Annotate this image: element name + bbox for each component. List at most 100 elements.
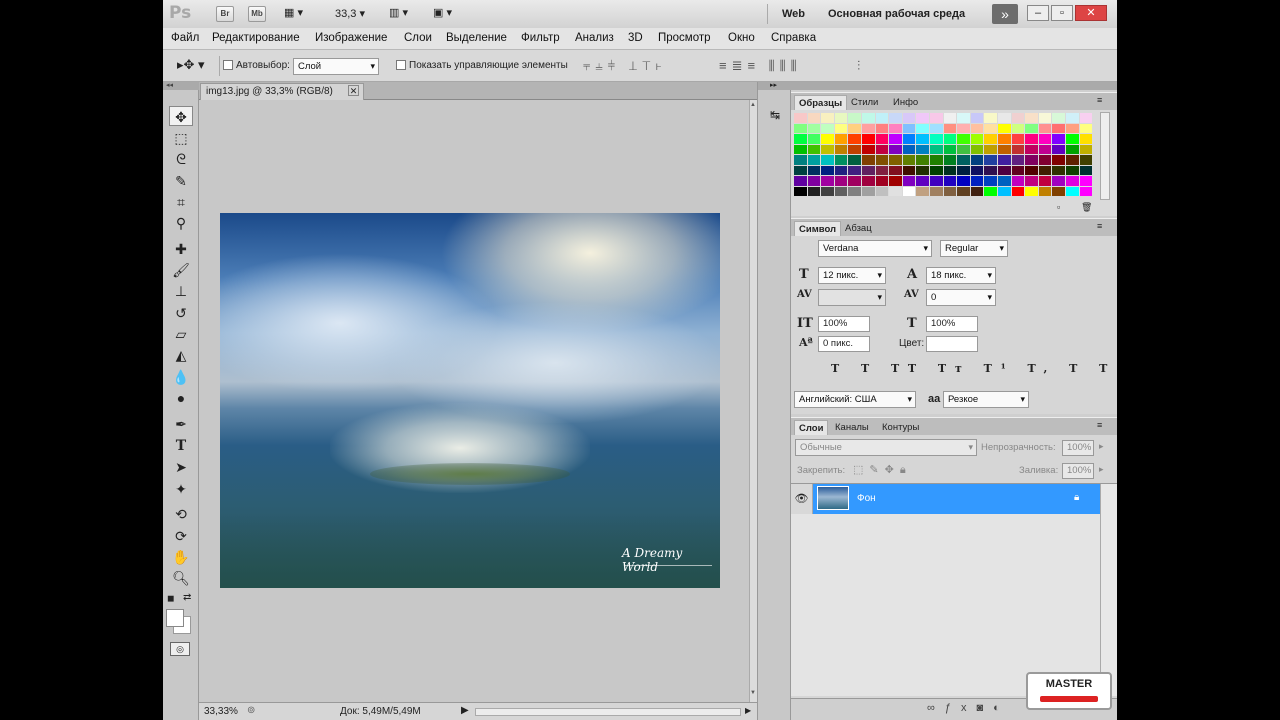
bridge-button[interactable]: Br — [216, 6, 234, 22]
swatch[interactable] — [943, 144, 957, 154]
swatch[interactable] — [1038, 165, 1052, 175]
swatch[interactable] — [970, 165, 984, 175]
swatch[interactable] — [998, 155, 1011, 165]
swatch[interactable] — [1079, 134, 1093, 144]
gradient-tool-icon[interactable]: ◭ — [169, 345, 193, 365]
view-extras-button[interactable]: ▦ ▾ — [284, 6, 310, 22]
swatch[interactable] — [984, 155, 997, 165]
menu-view[interactable]: Просмотр — [658, 32, 711, 44]
eraser-tool-icon[interactable]: ▱ — [169, 324, 193, 344]
tab-info[interactable]: Инфо — [889, 95, 922, 111]
swatch[interactable] — [889, 144, 902, 154]
crop-tool-icon[interactable]: ⌗ — [169, 192, 193, 212]
swap-colors-icon[interactable]: ⇄ — [183, 592, 191, 603]
panel-collapse-icon[interactable]: ▸▸ — [758, 82, 792, 90]
menu-window[interactable]: Окно — [728, 32, 755, 44]
font-style-dropdown[interactable]: Regular — [940, 240, 1008, 257]
swatch[interactable] — [807, 134, 821, 144]
menu-3d[interactable]: 3D — [628, 32, 643, 44]
kerning-field[interactable] — [818, 289, 886, 306]
swatch[interactable] — [970, 155, 984, 165]
layer-row[interactable]: 👁︎ Фон 🔒︎ — [791, 484, 1100, 514]
new-swatch-icon[interactable]: ▫ — [1057, 202, 1060, 212]
swatch[interactable] — [807, 186, 821, 196]
swatch[interactable] — [957, 113, 970, 123]
layers-scrollbar[interactable] — [1100, 484, 1117, 696]
swatch[interactable] — [902, 155, 916, 165]
swatch[interactable] — [916, 144, 929, 154]
swatch[interactable] — [862, 113, 875, 123]
swatch[interactable] — [1066, 176, 1079, 186]
swatch[interactable] — [957, 144, 970, 154]
swatch[interactable] — [970, 123, 984, 133]
document-tab[interactable]: img13.jpg @ 33,3% (RGB/8) ✕ — [200, 83, 364, 100]
swatch[interactable] — [1038, 186, 1052, 196]
swatch[interactable] — [794, 123, 807, 133]
fill-field[interactable]: 100% — [1062, 463, 1094, 479]
scroll-up-icon[interactable]: ▲ — [750, 102, 756, 108]
3d-rotate-tool-icon[interactable]: ⟲ — [169, 504, 193, 524]
swatch[interactable] — [875, 155, 889, 165]
swatch[interactable] — [1011, 186, 1025, 196]
dodge-tool-icon[interactable]: ● — [169, 388, 193, 408]
swatch[interactable] — [916, 176, 929, 186]
tab-paragraph[interactable]: Абзац — [841, 221, 876, 237]
swatch[interactable] — [807, 123, 821, 133]
blend-mode-dropdown[interactable]: Обычные — [795, 439, 977, 456]
text-color-swatch[interactable] — [926, 336, 978, 352]
swatch[interactable] — [794, 144, 807, 154]
swatch[interactable] — [998, 144, 1011, 154]
swatch[interactable] — [848, 144, 861, 154]
document-image[interactable]: A Dreamy World — [220, 213, 720, 588]
3d-orbit-tool-icon[interactable]: ⟳ — [169, 526, 193, 546]
swatches-scrollbar[interactable] — [1100, 112, 1110, 200]
swatch[interactable] — [821, 144, 834, 154]
swatch[interactable] — [889, 186, 902, 196]
menu-layers[interactable]: Слои — [404, 32, 432, 44]
horizontal-scrollbar[interactable] — [475, 708, 741, 716]
swatch[interactable] — [1025, 155, 1038, 165]
swatch[interactable] — [1052, 123, 1065, 133]
scroll-right-icon[interactable]: ▶ — [745, 706, 751, 715]
swatch[interactable] — [1025, 186, 1038, 196]
swatch[interactable] — [1066, 144, 1079, 154]
arrange-documents-button[interactable]: ▥ ▾ — [389, 6, 408, 19]
swatch[interactable] — [1038, 176, 1052, 186]
swatch[interactable] — [1066, 186, 1079, 196]
swatch[interactable] — [916, 155, 929, 165]
menu-image[interactable]: Изображение — [315, 32, 387, 44]
swatch[interactable] — [862, 176, 875, 186]
swatch[interactable] — [875, 186, 889, 196]
swatch[interactable] — [1025, 123, 1038, 133]
panel-menu-icon[interactable]: ≡ — [1097, 95, 1102, 105]
swatch[interactable] — [943, 165, 957, 175]
swatch[interactable] — [834, 123, 848, 133]
blur-tool-icon[interactable]: 💧 — [169, 367, 193, 387]
swatch[interactable] — [1052, 144, 1065, 154]
horizontal-scale-field[interactable]: 100% — [926, 316, 978, 332]
swatch[interactable] — [1066, 155, 1079, 165]
swatch[interactable] — [1025, 176, 1038, 186]
pen-tool-icon[interactable]: ✒ — [169, 414, 193, 434]
swatch[interactable] — [834, 144, 848, 154]
swatch[interactable] — [916, 134, 929, 144]
swatch[interactable] — [848, 113, 861, 123]
swatch[interactable] — [821, 155, 834, 165]
mini-bridge-button[interactable]: Mb — [248, 6, 266, 22]
swatch[interactable] — [1011, 176, 1025, 186]
swatch[interactable] — [1079, 186, 1093, 196]
swatch[interactable] — [889, 113, 902, 123]
swatch[interactable] — [1079, 165, 1093, 175]
swatch[interactable] — [984, 186, 997, 196]
swatch[interactable] — [794, 113, 807, 123]
swatch[interactable] — [1052, 134, 1065, 144]
move-tool-preset-icon[interactable]: ▸✥ ▾ — [177, 57, 205, 73]
swatch[interactable] — [875, 113, 889, 123]
tab-character[interactable]: Символ — [794, 221, 842, 237]
swatch[interactable] — [807, 144, 821, 154]
swatch[interactable] — [794, 176, 807, 186]
swatch[interactable] — [930, 134, 943, 144]
swatch[interactable] — [807, 155, 821, 165]
antialias-dropdown[interactable]: Резкое — [943, 391, 1029, 408]
menu-edit[interactable]: Редактирование — [212, 32, 300, 44]
